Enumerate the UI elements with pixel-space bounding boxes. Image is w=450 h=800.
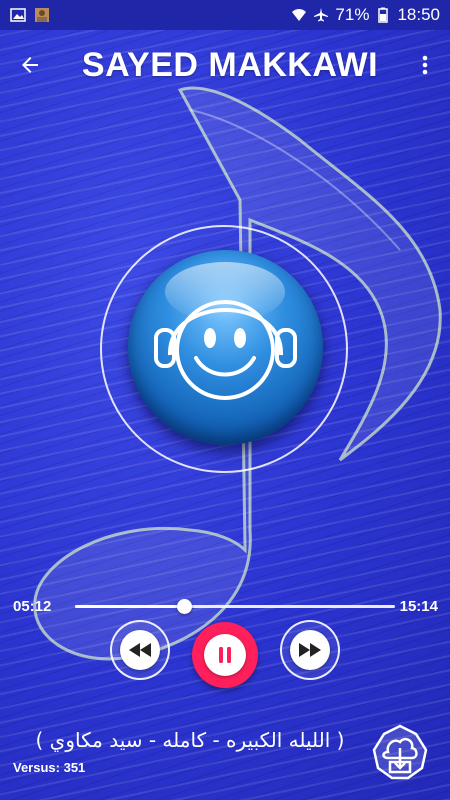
rewind-button-face <box>120 630 160 670</box>
rewind-button[interactable] <box>110 620 170 680</box>
total-time: 15:14 <box>399 598 438 615</box>
rewind-icon <box>129 643 151 657</box>
fast-forward-button-face <box>290 630 330 670</box>
status-time: 18:50 <box>397 5 440 24</box>
app-notification-icon <box>35 8 49 22</box>
back-arrow-icon <box>22 57 38 73</box>
fast-forward-icon <box>299 643 321 657</box>
more-vert-icon <box>422 55 428 75</box>
seek-bar-progress <box>75 605 185 608</box>
download-button[interactable] <box>370 722 430 782</box>
airplane-mode-icon <box>314 8 329 22</box>
smiley-headphones-icon <box>154 300 297 400</box>
wifi-icon <box>292 9 307 21</box>
pause-button-face <box>204 634 246 676</box>
battery-percentage: 71% <box>335 5 370 24</box>
song-title: ( الليله الكبيره - كامله - سيد مكاوي ) <box>35 728 345 752</box>
status-bar: 71% 18:50 <box>0 0 450 30</box>
version-label: Versus: 351 <box>13 760 86 775</box>
page-title: SAYED MAKKAWI <box>81 45 379 84</box>
gallery-notification-icon <box>10 8 26 22</box>
pause-icon <box>219 647 231 663</box>
toolbar: SAYED MAKKAWI <box>0 30 450 100</box>
fast-forward-button[interactable] <box>280 620 340 680</box>
battery-icon <box>378 7 389 23</box>
current-time: 05:12 <box>13 598 52 615</box>
pause-button[interactable] <box>192 622 258 688</box>
seek-bar[interactable] <box>75 605 395 608</box>
overflow-menu-button[interactable] <box>400 30 450 100</box>
back-button[interactable] <box>0 30 60 100</box>
